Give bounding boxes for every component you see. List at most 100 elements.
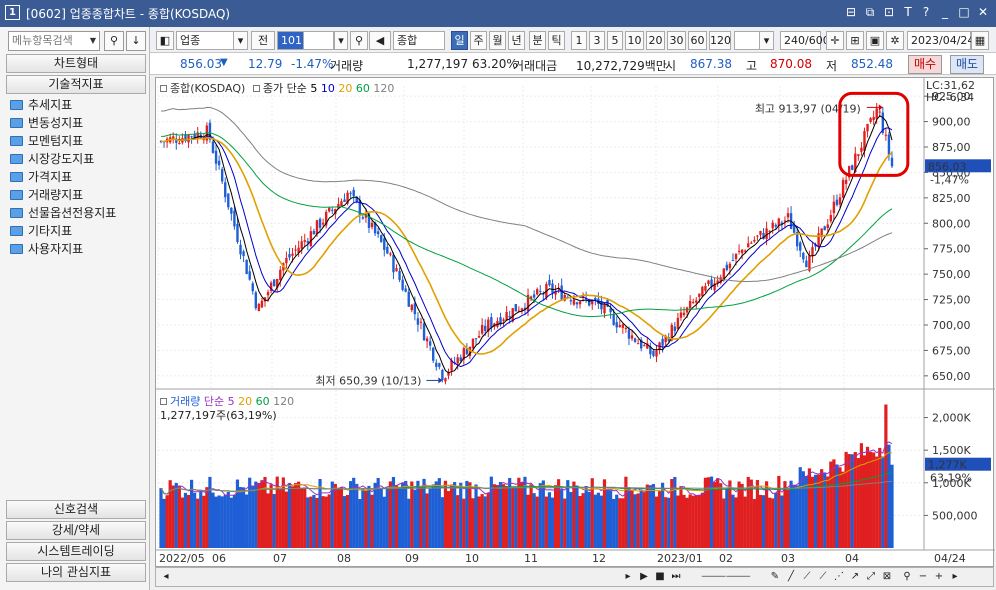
period-week[interactable]: 주 <box>470 31 487 50</box>
chart-settings-icon[interactable]: ◧ <box>156 31 174 50</box>
tab-chart-type[interactable]: 차트형태 <box>6 54 146 73</box>
fibo-icon[interactable]: ⋰ <box>832 570 846 584</box>
tab-bull-bear[interactable]: 강세/약세 <box>6 521 146 540</box>
calendar-icon[interactable]: ▦ <box>971 31 989 50</box>
tree-item-volume[interactable]: 거래량지표 <box>10 186 116 204</box>
save-icon[interactable]: ▣ <box>866 31 884 50</box>
tab-my-indicators[interactable]: 나의 관심지표 <box>6 563 146 582</box>
scroll-prev-icon[interactable]: ▸ <box>621 570 635 584</box>
candle-body <box>673 326 677 331</box>
period-month[interactable]: 월 <box>489 31 506 50</box>
volume-bar <box>804 475 808 548</box>
date-field[interactable]: 2023/04/24 <box>907 31 974 50</box>
minimize-icon[interactable]: _ <box>937 4 953 20</box>
stop-icon[interactable]: ■ <box>653 570 667 584</box>
layout-icon[interactable]: ⊞ <box>846 31 864 50</box>
change-pct-value: -1.47% <box>291 57 334 71</box>
tree-item-futures-options[interactable]: 선물옵션전용지표 <box>10 204 116 222</box>
chevron-down-icon[interactable]: ▾ <box>334 31 348 50</box>
window-tile-icon[interactable]: ⊡ <box>881 4 897 20</box>
custom-interval-input[interactable] <box>734 31 760 50</box>
interval-30[interactable]: 30 <box>667 31 686 50</box>
period-minute[interactable]: 분 <box>529 31 546 50</box>
volume-bar <box>777 475 781 548</box>
tab-system-trading[interactable]: 시스템트레이딩 <box>6 542 146 561</box>
sell-button[interactable]: 매도 <box>950 55 984 74</box>
help-icon[interactable]: ? <box>918 4 934 20</box>
period-tick[interactable]: 틱 <box>548 31 565 50</box>
code-input-pad[interactable] <box>304 31 334 50</box>
chart-area[interactable]: 925,00 900,00 875,00 850,00 825,00 800,00 775,… <box>155 77 995 568</box>
chevron-down-icon[interactable]: ▼ <box>87 32 99 50</box>
chart-scrollbar[interactable]: ◂ ▸ ▶ ■ ⏭ ⸻⸻ ✎ ╱ ⟋ ⟋ ⋰ ↗ ⤢ ⊠ ⚲ − + ▸ <box>155 567 994 587</box>
interval-10[interactable]: 10 <box>625 31 644 50</box>
period-year[interactable]: 년 <box>508 31 525 50</box>
legend-box-icon <box>160 398 167 405</box>
select-icon[interactable]: ⊠ <box>880 570 894 584</box>
magnifier-icon[interactable]: ⚲ <box>900 570 914 584</box>
scroll-left-icon[interactable]: ◂ <box>159 570 173 584</box>
scroll-right-icon[interactable]: ▸ <box>948 570 962 584</box>
maximize-icon[interactable]: □ <box>956 4 972 20</box>
candle-body <box>260 300 264 308</box>
tree-item-trend[interactable]: 추세지표 <box>10 96 116 114</box>
price-volume-chart[interactable]: 925,00900,00875,00850,00825,00800,00775,… <box>156 78 995 568</box>
code-input[interactable]: 101 <box>277 31 304 50</box>
index-name-field[interactable]: 종합(KOSDAQ) <box>393 31 452 64</box>
interval-60[interactable]: 60 <box>688 31 707 50</box>
sound-icon[interactable]: ◀ <box>369 31 391 50</box>
search-icon[interactable]: ⚲ <box>104 31 124 51</box>
search-icon[interactable]: ⚲ <box>350 31 368 50</box>
tree-item-momentum[interactable]: 모멘텀지표 <box>10 132 116 150</box>
data-count-field[interactable]: 240/600 <box>780 31 830 50</box>
time-tick-label: 10 <box>465 552 479 565</box>
volume-bar <box>397 488 402 548</box>
tree-item-market-strength[interactable]: 시장강도지표 <box>10 150 116 168</box>
window-cascade-icon[interactable]: ⧉ <box>862 4 878 20</box>
buy-button[interactable]: 매수 <box>908 55 942 74</box>
code-prefix-button[interactable]: 전 <box>251 31 275 50</box>
zoom-in-icon[interactable]: + <box>932 570 946 584</box>
period-day[interactable]: 일 <box>451 31 468 50</box>
interval-5[interactable]: 5 <box>607 31 623 50</box>
tree-item-price[interactable]: 가격지표 <box>10 168 116 186</box>
fast-forward-icon[interactable]: ⏭ <box>669 570 683 584</box>
volume-bar <box>498 482 503 548</box>
font-icon[interactable]: T <box>900 4 916 20</box>
volume-bar <box>303 487 307 548</box>
tab-tech-indicators[interactable]: 기술적지표 <box>6 75 146 94</box>
play-icon[interactable]: ▶ <box>637 570 651 584</box>
pen-icon[interactable]: ✎ <box>768 570 782 584</box>
zoom-out-icon[interactable]: − <box>916 570 930 584</box>
tree-item-etc[interactable]: 기타지표 <box>10 222 116 240</box>
interval-120[interactable]: 120 <box>709 31 731 50</box>
legend-box-icon <box>160 85 167 92</box>
tree-item-user[interactable]: 사용자지표 <box>10 240 116 258</box>
tree-item-volatility[interactable]: 변동성지표 <box>10 114 116 132</box>
volume-bar <box>297 481 301 548</box>
candle-body <box>328 207 331 212</box>
chevron-down-icon[interactable]: ▾ <box>760 31 774 50</box>
close-icon[interactable]: ✕ <box>975 4 991 20</box>
crosshair-icon[interactable]: ✛ <box>826 31 844 50</box>
trend-tool-icon[interactable]: ⟋ <box>816 570 830 584</box>
arrow-tool-icon[interactable]: ↗ <box>848 570 862 584</box>
pattern-icon[interactable]: ⤢ <box>864 570 878 584</box>
candle-body <box>211 141 215 153</box>
zoom-slider[interactable]: ⸻⸻ <box>691 570 761 584</box>
gear-icon[interactable]: ✲ <box>886 31 904 50</box>
download-icon[interactable]: ↓ <box>126 31 146 51</box>
candle-body <box>710 279 713 287</box>
tab-signal-search[interactable]: 신호검색 <box>6 500 146 519</box>
market-select[interactable]: 업종 <box>176 31 234 50</box>
chevron-down-icon[interactable]: ▾ <box>234 31 248 50</box>
link-icon[interactable]: ⊟ <box>843 4 859 20</box>
interval-1[interactable]: 1 <box>571 31 587 50</box>
volume-bar <box>245 494 249 548</box>
ruler-icon[interactable]: ⟋ <box>800 570 814 584</box>
interval-20[interactable]: 20 <box>646 31 665 50</box>
volume-bar <box>177 485 181 548</box>
line-tool-icon[interactable]: ╱ <box>784 570 798 584</box>
interval-3[interactable]: 3 <box>589 31 605 50</box>
volume-bar <box>657 491 662 548</box>
